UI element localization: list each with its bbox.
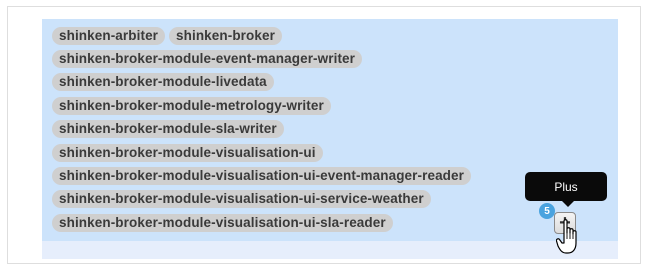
tag-chip[interactable]: shinken-broker-module-metrology-writer [52,96,331,115]
tag-row: shinken-broker-module-visualisation-ui-s… [52,188,592,211]
hand-pointer-icon [556,219,577,254]
tag-chip[interactable]: shinken-broker-module-visualisation-ui-e… [52,167,471,186]
tag-row: shinken-arbiter shinken-broker [52,24,592,47]
tag-chip[interactable]: shinken-broker-module-livedata [52,73,274,92]
tag-row: shinken-broker-module-visualisation-ui-e… [52,164,592,187]
tag-row: shinken-broker-module-visualisation-ui-s… [52,211,592,234]
tag-chip[interactable]: shinken-broker-module-visualisation-ui-s… [52,190,431,209]
tag-row: shinken-broker-module-event-manager-writ… [52,47,592,70]
hidden-count-badge: 5 [539,203,555,219]
tag-list: shinken-arbiter shinken-broker shinken-b… [52,24,592,235]
tag-chip[interactable]: shinken-broker [169,26,282,45]
tag-chip[interactable]: shinken-broker-module-visualisation-ui [52,143,323,162]
plus-tooltip: Plus [525,172,607,207]
panel-bottom-strip [42,241,618,259]
tag-chip[interactable]: shinken-arbiter [52,26,166,45]
tag-chip[interactable]: shinken-broker-module-sla-writer [52,120,284,139]
tag-row: shinken-broker-module-metrology-writer [52,94,592,117]
tag-chip[interactable]: shinken-broker-module-event-manager-writ… [52,50,363,69]
tag-row: shinken-broker-module-visualisation-ui [52,141,592,164]
tag-row: shinken-broker-module-livedata [52,71,592,94]
tag-chip[interactable]: shinken-broker-module-visualisation-ui-s… [52,213,393,232]
tag-row: shinken-broker-module-sla-writer [52,118,592,141]
